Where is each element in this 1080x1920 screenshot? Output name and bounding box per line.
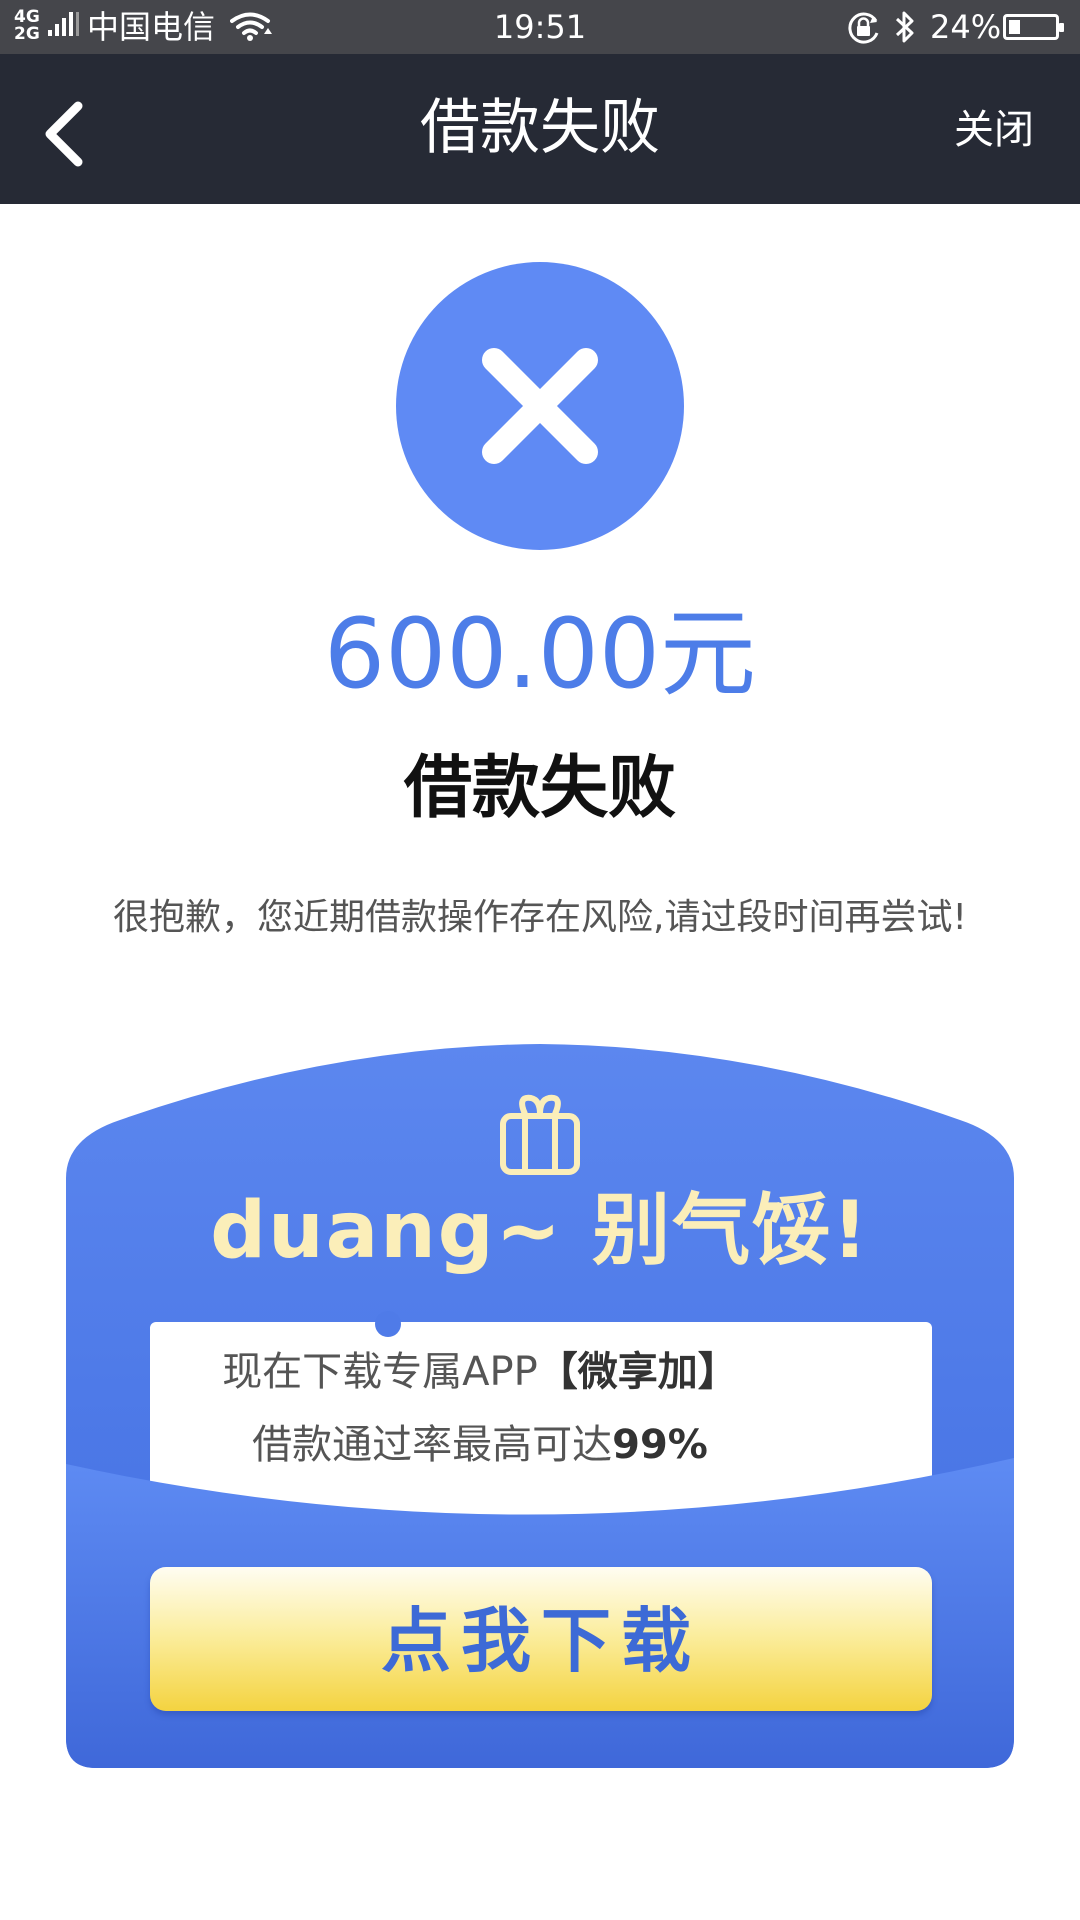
battery-icon xyxy=(1003,14,1064,40)
bluetooth-icon xyxy=(895,11,914,43)
close-icon xyxy=(482,348,598,464)
promo-text-line2: 借款通过率最高可达99% xyxy=(90,1420,870,1470)
clock: 19:51 xyxy=(493,8,587,46)
page-title: 借款失败 xyxy=(420,93,660,163)
fail-status-icon xyxy=(396,262,684,550)
rotation-lock-icon xyxy=(848,12,879,44)
status-bar: 4G 2G 中国电信 19:51 24% xyxy=(0,0,1080,54)
result-description: 很抱歉，您近期借款操作存在风险,请过段时间再尝试! xyxy=(113,897,967,938)
download-button[interactable]: 点我下载 xyxy=(150,1567,932,1711)
promo-approval-rate: 99% xyxy=(612,1422,708,1468)
promo-app-name: 【微享加】 xyxy=(537,1349,738,1395)
screen: 4G 2G 中国电信 19:51 24% 借款失败 关闭 600.00元 借款失… xyxy=(0,0,1080,1920)
gift-icon xyxy=(500,1094,580,1175)
result-title: 借款失败 xyxy=(403,749,676,828)
close-button[interactable]: 关闭 xyxy=(954,106,1034,154)
promo-line1-text: 现在下载专属APP xyxy=(222,1349,538,1395)
download-button-label: 点我下载 xyxy=(381,1600,701,1682)
promo-headline: duang~ 别气馁! xyxy=(210,1186,870,1276)
nav-bar: 借款失败 关闭 xyxy=(0,54,1080,204)
loan-amount: 600.00元 xyxy=(324,598,756,710)
promo-text-line1: 现在下载专属APP【微享加】 xyxy=(90,1347,870,1397)
promo-line2-text: 借款通过率最高可达 xyxy=(252,1422,613,1468)
battery-percent: 24% xyxy=(930,8,1002,46)
